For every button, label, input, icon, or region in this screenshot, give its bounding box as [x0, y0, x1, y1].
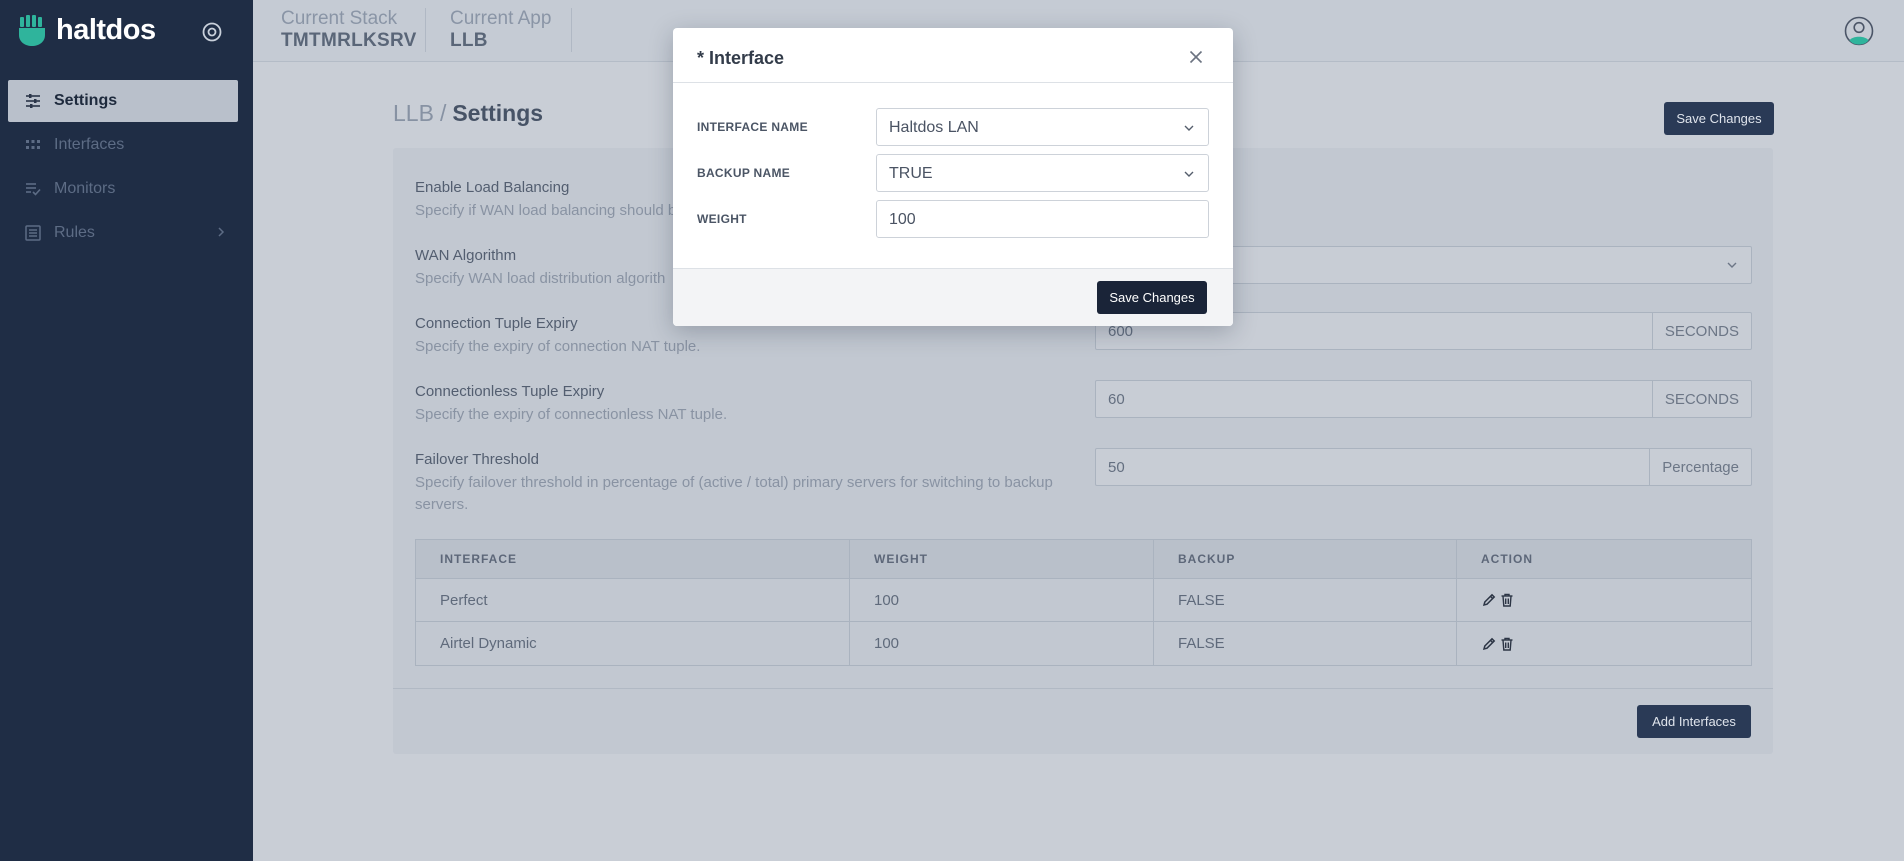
- weight-cell: 100: [850, 579, 1154, 621]
- sidebar-item-label: Monitors: [54, 180, 116, 197]
- column-header-backup: BACKUP: [1154, 540, 1457, 578]
- input-value: 60: [1108, 391, 1125, 408]
- connectionless-tuple-setting: Connectionless Tuple Expiry Specify the …: [415, 382, 727, 426]
- breadcrumb: LLB / Settings: [393, 100, 543, 127]
- action-cell: [1457, 622, 1751, 665]
- interface-modal: * Interface INTERFACE NAME Haltdos LAN B…: [673, 28, 1233, 326]
- chevron-down-icon: [1184, 171, 1194, 177]
- setting-description: Specify WAN load distribution algorith: [415, 270, 666, 287]
- setting-description: Specify the expiry of connectionless NAT…: [415, 406, 728, 423]
- weight-cell: 100: [850, 622, 1154, 665]
- modal-save-button[interactable]: Save Changes: [1097, 281, 1207, 314]
- modal-footer: Save Changes: [673, 268, 1233, 326]
- current-stack[interactable]: Current Stack TMTMRLKSRV: [253, 8, 417, 52]
- current-stack-value: TMTMRLKSRV: [281, 30, 417, 51]
- select-value: TRUE: [889, 165, 933, 182]
- backup-name-label: BACKUP NAME: [697, 166, 791, 180]
- failover-threshold-input[interactable]: 50 Percentage: [1095, 448, 1752, 486]
- input-value: 50: [1108, 459, 1125, 476]
- input-value: 100: [889, 211, 916, 228]
- setting-title: WAN Algorithm: [415, 247, 517, 264]
- current-stack-label: Current Stack: [281, 8, 398, 29]
- setting-title: Enable Load Balancing: [415, 179, 570, 196]
- edit-icon[interactable]: [1481, 636, 1497, 652]
- checklist-icon: [24, 180, 42, 198]
- weight-input[interactable]: 100: [876, 200, 1209, 238]
- close-icon[interactable]: [1189, 50, 1203, 64]
- table-row: Airtel Dynamic 100 FALSE: [416, 622, 1751, 665]
- sidebar: haltdos Settings Interfaces Monitors Rul…: [0, 0, 253, 861]
- sliders-icon: [24, 92, 42, 110]
- sidebar-item-rules[interactable]: Rules: [8, 212, 238, 254]
- sidebar-item-label: Settings: [54, 92, 118, 109]
- sidebar-item-settings[interactable]: Settings: [8, 80, 238, 122]
- column-header-interface: INTERFACE: [416, 540, 850, 578]
- sidebar-nav: Settings Interfaces Monitors Rules: [8, 80, 238, 256]
- chevron-right-icon: [218, 227, 225, 237]
- unit-addon: Percentage: [1649, 449, 1751, 485]
- load-balancing-setting: Enable Load Balancing Specify if WAN loa…: [415, 178, 676, 222]
- sidebar-item-label: Interfaces: [54, 136, 125, 153]
- card-divider: [393, 688, 1773, 689]
- breadcrumb-separator: /: [439, 100, 447, 126]
- sidebar-item-monitors[interactable]: Monitors: [8, 168, 238, 210]
- current-app-value: LLB: [450, 30, 488, 51]
- modal-header: * Interface: [673, 28, 1233, 83]
- interface-name-select[interactable]: Haltdos LAN: [876, 108, 1209, 146]
- backup-name-select[interactable]: TRUE: [876, 154, 1209, 192]
- column-header-weight: WEIGHT: [850, 540, 1154, 578]
- table-row: Perfect 100 FALSE: [416, 579, 1751, 622]
- brand-name: haltdos: [56, 14, 156, 46]
- sidebar-item-interfaces[interactable]: Interfaces: [8, 124, 238, 166]
- column-header-action: ACTION: [1481, 552, 1533, 566]
- action-cell: [1457, 579, 1751, 621]
- backup-cell: FALSE: [1154, 579, 1457, 621]
- interface-name-label: INTERFACE NAME: [697, 120, 808, 134]
- edit-icon[interactable]: [1481, 592, 1497, 608]
- trash-icon[interactable]: [1499, 592, 1515, 608]
- table-header: INTERFACE WEIGHT BACKUP ACTION: [416, 540, 1751, 579]
- connection-tuple-setting: Connection Tuple Expiry Specify the expi…: [415, 314, 700, 358]
- interface-cell: Airtel Dynamic: [416, 622, 850, 665]
- unit-addon: SECONDS: [1651, 313, 1751, 349]
- interface-cell: Perfect: [416, 579, 850, 621]
- save-changes-button[interactable]: Save Changes: [1664, 102, 1774, 135]
- add-interfaces-button[interactable]: Add Interfaces: [1637, 705, 1751, 738]
- sidebar-item-label: Rules: [54, 224, 95, 241]
- setting-description: Specify failover threshold in percentage…: [415, 474, 1053, 513]
- haltdos-logo-icon: [19, 14, 45, 46]
- modal-title: * Interface: [697, 48, 785, 68]
- topbar-divider: [571, 8, 572, 52]
- page-title: Settings: [452, 100, 544, 126]
- weight-label: WEIGHT: [697, 212, 747, 226]
- brand[interactable]: haltdos: [18, 14, 156, 47]
- current-app[interactable]: Current App LLB: [422, 8, 551, 52]
- select-value: Haltdos LAN: [889, 119, 979, 136]
- chevron-down-icon: [1184, 125, 1194, 131]
- failover-threshold-setting: Failover Threshold Specify failover thre…: [415, 450, 1075, 516]
- list-icon: [24, 224, 42, 242]
- chevron-down-icon: [1727, 262, 1737, 268]
- setting-title: Connection Tuple Expiry: [415, 315, 578, 332]
- current-app-label: Current App: [450, 8, 552, 29]
- breadcrumb-parent[interactable]: LLB: [393, 100, 434, 126]
- backup-name-row: BACKUP NAME TRUE: [697, 154, 1209, 192]
- grid-icon: [24, 136, 42, 154]
- interface-name-row: INTERFACE NAME Haltdos LAN: [697, 108, 1209, 146]
- setting-description: Specify the expiry of connection NAT tup…: [415, 338, 701, 355]
- unit-addon: SECONDS: [1651, 381, 1751, 417]
- interfaces-table: INTERFACE WEIGHT BACKUP ACTION Perfect 1…: [415, 539, 1752, 666]
- setting-description: Specify if WAN load balancing should b: [415, 202, 677, 219]
- wan-algorithm-setting: WAN Algorithm Specify WAN load distribut…: [415, 246, 665, 290]
- weight-row: WEIGHT 100: [697, 200, 1209, 238]
- backup-cell: FALSE: [1154, 622, 1457, 665]
- user-avatar-icon[interactable]: [1844, 16, 1874, 46]
- setting-title: Failover Threshold: [415, 451, 539, 468]
- sidebar-toggle-icon[interactable]: [201, 21, 223, 43]
- setting-title: Connectionless Tuple Expiry: [415, 383, 605, 400]
- trash-icon[interactable]: [1499, 636, 1515, 652]
- connectionless-tuple-input[interactable]: 60 SECONDS: [1095, 380, 1752, 418]
